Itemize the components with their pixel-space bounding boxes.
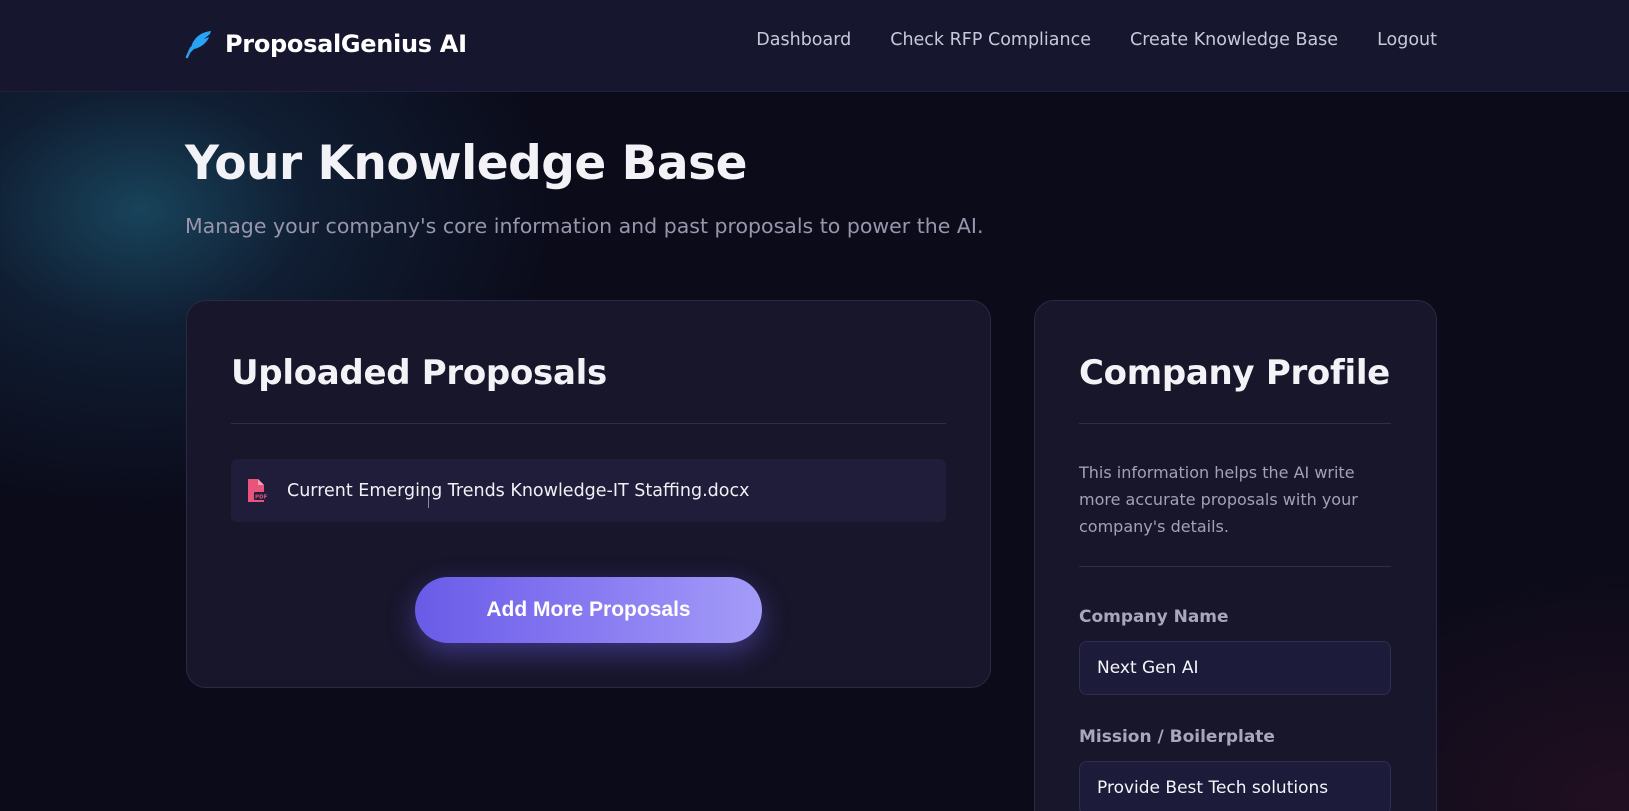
brand-logo[interactable]: ProposalGenius AI: [185, 27, 467, 61]
page-title: Your Knowledge Base: [185, 136, 748, 191]
uploaded-proposals-card: Uploaded Proposals PDF Current Emerging …: [186, 300, 991, 688]
feather-icon: [185, 31, 211, 59]
nav-logout[interactable]: Logout: [1377, 30, 1437, 50]
nav-links: Dashboard Check RFP Compliance Create Kn…: [756, 30, 1437, 50]
file-list-item[interactable]: PDF Current Emerging Trends Knowledge-IT…: [231, 459, 946, 522]
company-name-label: Company Name: [1079, 607, 1229, 627]
profile-divider-bottom: [1079, 566, 1391, 567]
file-name: Current Emerging Trends Knowledge-IT Sta…: [287, 480, 750, 501]
profile-description: This information helps the AI write more…: [1079, 463, 1358, 536]
company-name-input[interactable]: [1079, 641, 1391, 695]
nav-check-rfp-compliance[interactable]: Check RFP Compliance: [890, 30, 1091, 50]
proposals-divider: [231, 423, 946, 424]
company-profile-title: Company Profile: [1079, 353, 1390, 393]
company-profile-card: Company Profile This information helps t…: [1034, 300, 1437, 811]
mission-input[interactable]: [1079, 761, 1391, 811]
mission-label: Mission / Boilerplate: [1079, 727, 1275, 747]
svg-text:PDF: PDF: [255, 494, 267, 500]
text-cursor-icon: [428, 496, 430, 508]
nav-create-knowledge-base[interactable]: Create Knowledge Base: [1130, 30, 1338, 50]
top-navbar: ProposalGenius AI Dashboard Check RFP Co…: [0, 0, 1629, 92]
uploaded-proposals-title: Uploaded Proposals: [231, 353, 607, 393]
add-more-proposals-button[interactable]: Add More Proposals: [415, 577, 762, 643]
nav-dashboard[interactable]: Dashboard: [756, 30, 851, 50]
profile-divider-top: [1079, 423, 1391, 424]
brand-name: ProposalGenius AI: [225, 30, 467, 58]
pdf-file-icon: PDF: [248, 478, 267, 502]
page-subtitle: Manage your company's core information a…: [185, 214, 984, 238]
